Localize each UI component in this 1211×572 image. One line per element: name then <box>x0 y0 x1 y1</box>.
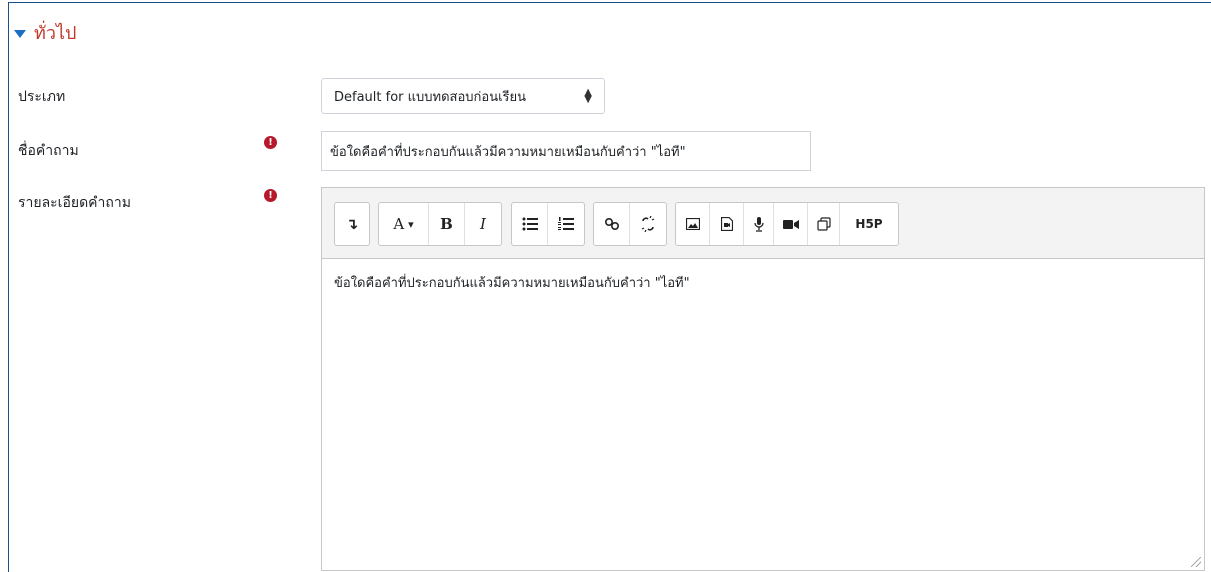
insert-media-button[interactable] <box>710 203 744 245</box>
font-style-button[interactable]: A ▾ <box>379 203 429 245</box>
editor-content-area[interactable]: ข้อใดคือคำที่ประกอบกันแล้วมีความหมายเหมื… <box>322 259 1204 306</box>
bold-button[interactable]: B <box>429 203 465 245</box>
toolbar-group-links <box>593 202 667 246</box>
toolbar-group-style: A ▾ B I <box>378 202 502 246</box>
select-arrows-icon: ▲ ▼ <box>584 87 592 105</box>
manage-files-button[interactable] <box>808 203 840 245</box>
media-file-icon <box>720 217 733 231</box>
copy-files-icon <box>816 217 831 231</box>
collapse-toolbar-button[interactable]: ↴ <box>335 203 369 245</box>
question-text-editor: ↴ A ▾ B I H5P ข้อใดคือคำที่ประกอบกันแล้ว… <box>321 187 1205 571</box>
question-name-label: ชื่อคำถาม <box>18 143 79 159</box>
required-icon: ! <box>264 136 277 149</box>
unlink-icon <box>641 216 655 232</box>
record-video-button[interactable] <box>774 203 808 245</box>
editor-content-text: ข้อใดคือคำที่ประกอบกันแล้วมีความหมายเหมื… <box>334 276 690 291</box>
link-icon <box>604 217 619 231</box>
question-text-label: รายละเอียดคำถาม <box>18 195 131 211</box>
editor-toolbar: ↴ A ▾ B I H5P <box>322 188 1204 259</box>
italic-button[interactable]: I <box>465 203 501 245</box>
type-select[interactable]: Default for แบบทดสอบก่อนเรียน ▲ ▼ <box>321 78 605 114</box>
unordered-list-icon <box>522 217 538 231</box>
ordered-list-button[interactable] <box>548 203 584 245</box>
image-icon <box>685 218 700 230</box>
toolbar-group-lists <box>511 202 585 246</box>
unlink-button[interactable] <box>630 203 666 245</box>
type-label: ประเภท <box>18 89 66 105</box>
question-name-value: ข้อใดคือคำที่ประกอบกันแล้วมีความหมายเหมื… <box>330 144 686 160</box>
section-general-toggle[interactable]: ทั่วไป <box>14 18 76 47</box>
unordered-list-button[interactable] <box>512 203 548 245</box>
font-style-label: A <box>393 215 405 233</box>
section-title: ทั่วไป <box>34 23 77 44</box>
video-camera-icon <box>782 219 799 229</box>
type-select-value: Default for แบบทดสอบก่อนเรียน <box>334 89 527 105</box>
toolbar-group-collapse: ↴ <box>334 202 370 246</box>
question-name-input[interactable]: ข้อใดคือคำที่ประกอบกันแล้วมีความหมายเหมื… <box>321 131 811 171</box>
ordered-list-icon <box>558 217 574 230</box>
insert-h5p-button[interactable]: H5P <box>840 203 898 245</box>
chevron-down-icon: ▾ <box>408 217 414 231</box>
microphone-icon <box>753 216 764 232</box>
insert-image-button[interactable] <box>676 203 710 245</box>
resize-handle-icon[interactable] <box>1191 557 1201 567</box>
required-icon: ! <box>264 189 277 202</box>
caret-down-icon <box>14 29 26 38</box>
record-audio-button[interactable] <box>744 203 774 245</box>
link-button[interactable] <box>594 203 630 245</box>
toolbar-group-media: H5P <box>675 202 899 246</box>
